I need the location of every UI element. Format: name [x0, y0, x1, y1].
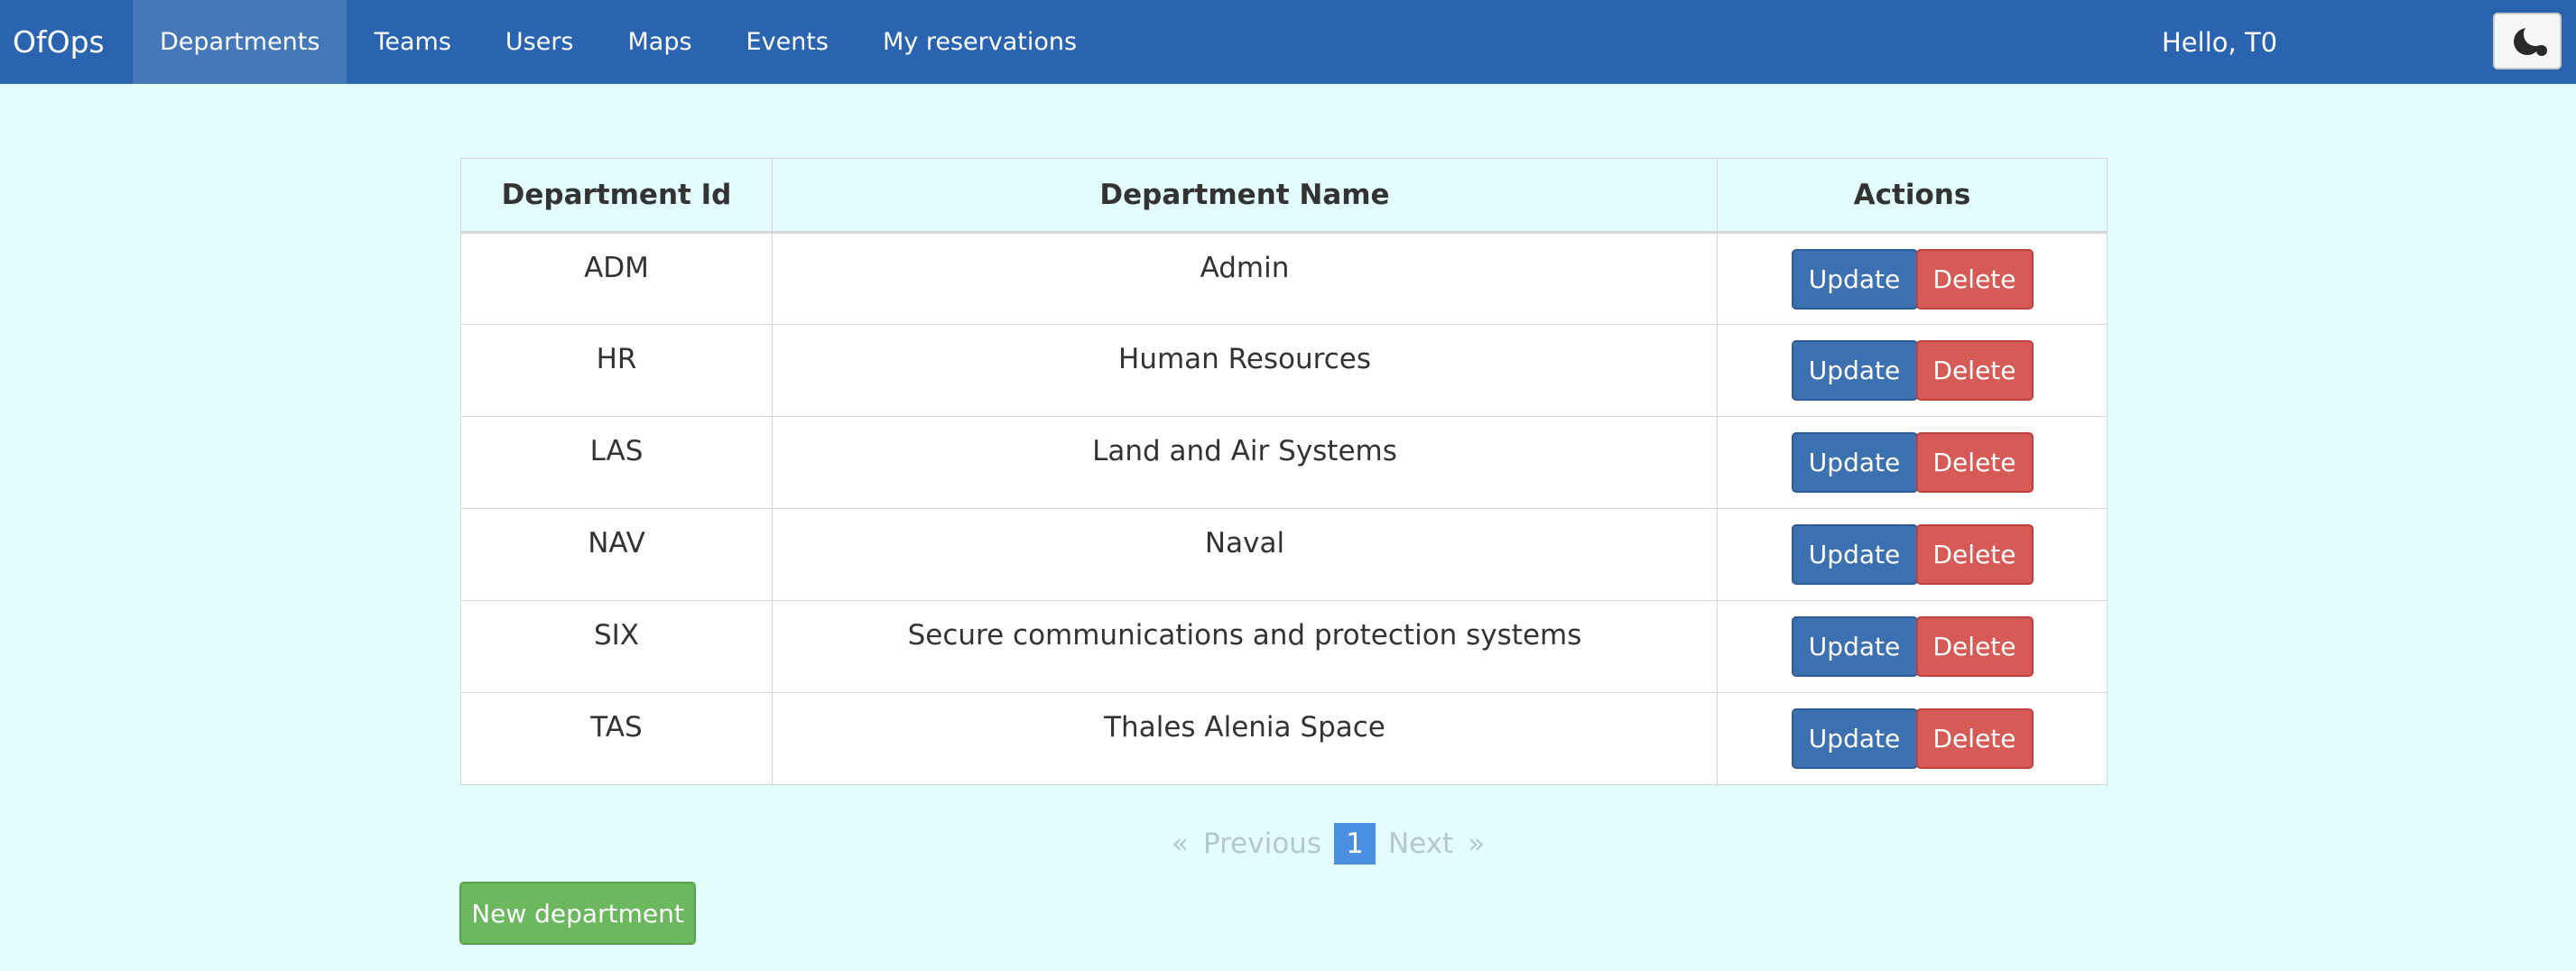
- department-name-cell: Naval: [772, 508, 1718, 601]
- department-name-cell: Admin: [772, 232, 1718, 325]
- department-id-cell: ADM: [460, 232, 773, 325]
- pagination-current-page[interactable]: 1: [1333, 823, 1376, 865]
- department-name-cell: Human Resources: [772, 324, 1718, 417]
- department-id-cell: NAV: [460, 508, 773, 601]
- nav-my-reservations[interactable]: My reservations: [856, 0, 1104, 84]
- table-row: SIX Secure communications and protection…: [460, 600, 2108, 693]
- header-department-name: Department Name: [772, 158, 1718, 234]
- department-id-cell: SIX: [460, 600, 773, 693]
- pagination: « Previous 1 Next »: [1164, 823, 1492, 865]
- nav-users[interactable]: Users: [478, 0, 601, 84]
- moon-icon: [2514, 23, 2547, 56]
- update-button[interactable]: Update: [1791, 248, 1918, 310]
- actions-cell: Update Delete: [1717, 692, 2108, 785]
- delete-button[interactable]: Delete: [1915, 340, 2034, 401]
- nav-departments[interactable]: Departments: [133, 0, 347, 84]
- department-name-cell: Thales Alenia Space: [772, 692, 1718, 785]
- departments-table-container: Department Id Department Name Actions AD…: [460, 158, 2108, 785]
- new-department-button[interactable]: New department: [459, 882, 696, 945]
- actions-cell: Update Delete: [1717, 232, 2108, 325]
- nav-teams[interactable]: Teams: [347, 0, 477, 84]
- table-row: TAS Thales Alenia Space Update Delete: [460, 692, 2108, 785]
- table-row: HR Human Resources Update Delete: [460, 324, 2108, 417]
- actions-cell: Update Delete: [1717, 324, 2108, 417]
- update-button[interactable]: Update: [1791, 708, 1918, 769]
- pagination-next[interactable]: Next: [1381, 828, 1460, 860]
- actions-cell: Update Delete: [1717, 600, 2108, 693]
- update-button[interactable]: Update: [1791, 616, 1918, 677]
- brand-logo[interactable]: OfOps: [0, 0, 133, 84]
- theme-toggle-button[interactable]: [2493, 13, 2562, 69]
- delete-button[interactable]: Delete: [1915, 524, 2034, 585]
- department-name-cell: Land and Air Systems: [772, 416, 1718, 509]
- department-id-cell: TAS: [460, 692, 773, 785]
- delete-button[interactable]: Delete: [1915, 432, 2034, 493]
- nav-events[interactable]: Events: [719, 0, 856, 84]
- department-name-cell: Secure communications and protection sys…: [772, 600, 1718, 693]
- departments-table: Department Id Department Name Actions AD…: [460, 158, 2108, 785]
- pagination-previous[interactable]: Previous: [1196, 828, 1329, 860]
- delete-button[interactable]: Delete: [1915, 616, 2034, 677]
- department-id-cell: LAS: [460, 416, 773, 509]
- actions-cell: Update Delete: [1717, 416, 2108, 509]
- table-row: NAV Naval Update Delete: [460, 508, 2108, 601]
- table-header-row: Department Id Department Name Actions: [460, 158, 2108, 234]
- top-navbar: OfOps Departments Teams Users Maps Event…: [0, 0, 2576, 84]
- table-row: LAS Land and Air Systems Update Delete: [460, 416, 2108, 509]
- delete-button[interactable]: Delete: [1915, 708, 2034, 769]
- actions-cell: Update Delete: [1717, 508, 2108, 601]
- update-button[interactable]: Update: [1791, 524, 1918, 585]
- department-id-cell: HR: [460, 324, 773, 417]
- user-greeting: Hello, T0: [2162, 26, 2278, 58]
- header-department-id: Department Id: [460, 158, 773, 234]
- update-button[interactable]: Update: [1791, 432, 1918, 493]
- table-row: ADM Admin Update Delete: [460, 232, 2108, 325]
- update-button[interactable]: Update: [1791, 340, 1918, 401]
- delete-button[interactable]: Delete: [1915, 248, 2034, 310]
- header-actions: Actions: [1717, 158, 2108, 234]
- nav-maps[interactable]: Maps: [601, 0, 719, 84]
- pagination-first[interactable]: «: [1164, 828, 1196, 860]
- pagination-last[interactable]: »: [1460, 828, 1492, 860]
